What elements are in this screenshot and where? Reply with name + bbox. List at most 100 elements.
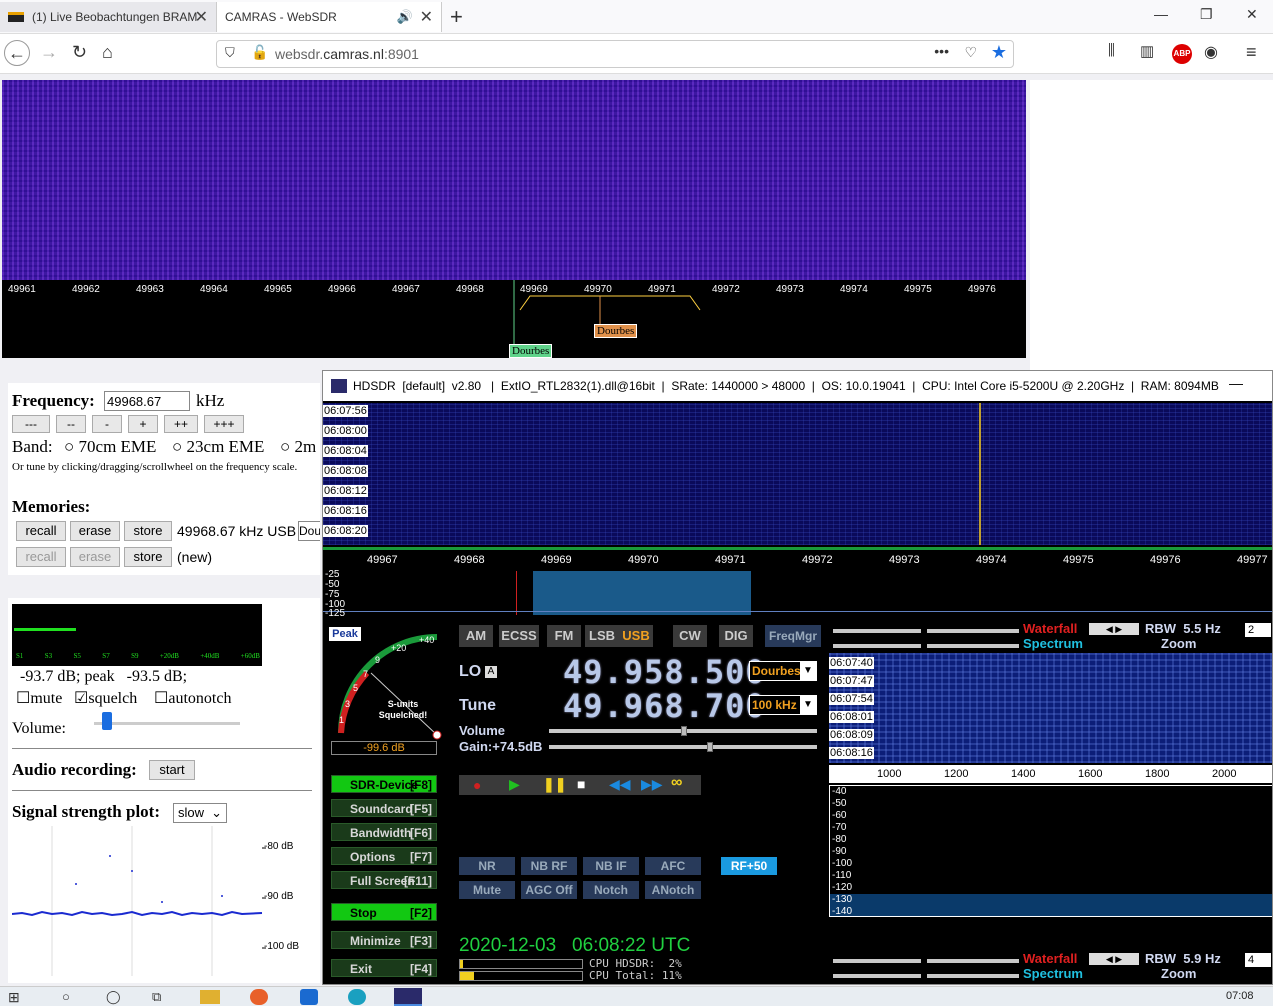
spectrum-label[interactable]: Spectrum [1023, 636, 1083, 651]
lo-dropdown[interactable]: Dourbes ▼ [749, 661, 817, 681]
lo-frequency[interactable]: 49.958.500 [563, 653, 766, 691]
frequency-input[interactable] [104, 391, 190, 411]
waterfall-slider-1[interactable] [833, 629, 921, 633]
hdsdr-waterfall[interactable]: 06:07:56 06:08:00 06:08:04 06:08:08 06:08:12… [323, 403, 1272, 545]
waterfall-slider-3[interactable] [833, 959, 921, 963]
memory-name-input[interactable] [298, 521, 320, 541]
spectrum-slider-4[interactable] [927, 974, 1019, 978]
audio-start-button[interactable]: start [149, 760, 195, 780]
mute-button[interactable]: Mute [459, 881, 515, 899]
loop-icon[interactable]: ∞ [671, 774, 682, 792]
shield-icon[interactable]: ⛉ [225, 45, 235, 61]
firefox-icon[interactable] [250, 989, 268, 1005]
spectrum-slider-2[interactable] [927, 644, 1019, 648]
spectrum-label-bottom[interactable]: Spectrum [1023, 966, 1083, 981]
band-23cm-radio[interactable]: ○ 23cm EME [172, 437, 264, 457]
hdsdr-taskbar-icon[interactable] [394, 988, 422, 1006]
adblock-icon[interactable]: ABP [1172, 44, 1192, 64]
plot-speed-select[interactable]: slow ⌄ [173, 803, 227, 823]
erase-button[interactable]: erase [70, 521, 120, 541]
tune-step-dropdown[interactable]: 100 kHz ▼ [749, 695, 817, 715]
websdr-frequency-scale[interactable]: 49961 49962 49963 49964 49965 49966 49967 49968… [2, 280, 1026, 358]
full-screen-button[interactable]: Full Screen [F11] [331, 871, 437, 889]
speaker-icon[interactable]: 🔊 [397, 9, 413, 25]
url-bar[interactable]: ⛉ 🔓 websdr.camras.nl:8901 ••• ♡ ★ [216, 40, 1014, 68]
volume-slider-track[interactable] [94, 722, 240, 725]
restore-window-icon[interactable]: ❐ [1200, 6, 1213, 23]
forward-arrow-icon[interactable]: → [40, 42, 58, 63]
anotch-button[interactable]: ANotch [645, 881, 701, 899]
recall-button-disabled[interactable]: recall [16, 547, 66, 567]
mute-checkbox[interactable]: ☐mute [16, 688, 62, 708]
new-tab-button[interactable]: + [450, 4, 463, 30]
lo-a-button[interactable]: A [485, 666, 497, 678]
pause-icon[interactable]: ❚❚ [543, 776, 566, 793]
close-window-icon[interactable]: ✕ [1246, 6, 1258, 23]
gain-slider[interactable] [549, 745, 817, 749]
marker-dourbes-green[interactable]: Dourbes [509, 344, 553, 358]
rbw-stepper-top[interactable]: ◀ ▶ [1089, 623, 1139, 635]
menu-icon[interactable]: ≡ [1246, 42, 1257, 63]
options-button[interactable]: Options [F7] [331, 847, 437, 865]
gain-slider-knob[interactable] [707, 742, 713, 752]
fast-forward-icon[interactable]: ▶▶ [641, 776, 663, 793]
sidebar-icon[interactable]: ▥ [1140, 42, 1154, 60]
erase-button-disabled[interactable]: erase [70, 547, 120, 567]
zoom-bottom-value[interactable]: 4 [1245, 953, 1271, 967]
stop-icon[interactable]: ■ [577, 776, 585, 792]
volume-slider-knob[interactable] [102, 712, 112, 730]
mode-usb-button[interactable]: USB [619, 625, 653, 647]
thunderbird-icon[interactable] [300, 989, 318, 1005]
step-down-1-button[interactable]: - [92, 415, 122, 433]
audio-waterfall[interactable]: 06:07:40 06:07:47 06:07:54 06:08:01 06:08:09… [829, 653, 1272, 763]
stop-button[interactable]: Stop [F2] [331, 903, 437, 921]
mode-cw-button[interactable]: CW [673, 625, 707, 647]
back-arrow-icon[interactable]: ← [4, 40, 30, 66]
tab-live-beobachtungen[interactable]: (1) Live Beobachtungen BRAM ✕ [0, 2, 216, 32]
agc-off-button[interactable]: AGC Off [521, 881, 577, 899]
insecure-lock-icon[interactable]: 🔓 [251, 44, 268, 61]
file-explorer-icon[interactable] [200, 990, 220, 1004]
page-actions-icon[interactable]: ••• [934, 43, 949, 59]
bandwidth-button[interactable]: Bandwidth [F6] [331, 823, 437, 841]
search-icon[interactable]: ○ [62, 989, 70, 1004]
sdr-device-button[interactable]: SDR-Device [F8] [331, 775, 437, 793]
exit-button[interactable]: Exit [F4] [331, 959, 437, 977]
task-view-icon[interactable]: ⧉ [152, 989, 161, 1005]
freqmgr-button[interactable]: FreqMgr [765, 625, 821, 647]
reload-icon[interactable]: ↻ [72, 42, 87, 63]
autonotch-checkbox[interactable]: ☐autonotch [154, 688, 231, 708]
store-button[interactable]: store [124, 521, 172, 541]
volume-slider-knob[interactable] [681, 726, 687, 736]
step-down-3-button[interactable]: --- [12, 415, 50, 433]
step-up-1-button[interactable]: + [128, 415, 158, 433]
afc-button[interactable]: AFC [645, 857, 701, 875]
pocket-icon[interactable]: ♡ [964, 44, 977, 61]
library-icon[interactable]: ⫼ [1108, 42, 1115, 59]
bookmark-star-icon[interactable]: ★ [991, 42, 1007, 63]
tune-frequency[interactable]: 49.968.700 [563, 687, 766, 725]
zoom-top-value[interactable]: 2 [1245, 623, 1271, 637]
close-tab-icon[interactable]: ✕ [420, 7, 433, 27]
nr-button[interactable]: NR [459, 857, 515, 875]
band-2m-radio[interactable]: ○ 2m [280, 437, 316, 457]
mode-lsb-button[interactable]: LSB [585, 625, 619, 647]
audio-frequency-scale[interactable]: 1000 1200 1400 1600 1800 2000 [829, 765, 1272, 783]
recall-button[interactable]: recall [16, 521, 66, 541]
notch-button[interactable]: Notch [583, 881, 639, 899]
mode-fm-button[interactable]: FM [547, 625, 581, 647]
store-new-button[interactable]: store [124, 547, 172, 567]
websdr-waterfall[interactable] [2, 80, 1026, 280]
mode-ecss-button[interactable]: ECSS [499, 625, 539, 647]
mode-am-button[interactable]: AM [459, 625, 493, 647]
record-icon[interactable]: ● [473, 777, 481, 793]
hdsdr-frequency-scale[interactable]: 49967 49968 49969 49970 49971 49972 49973 49974… [323, 547, 1272, 567]
hdsdr-spectrum[interactable]: -25 -50 -75 -100 -125 [323, 569, 1272, 619]
close-tab-icon[interactable]: ✕ [195, 7, 208, 27]
edge-icon[interactable] [348, 989, 366, 1005]
cortana-icon[interactable]: ◯ [106, 989, 121, 1005]
waterfall-slider-4[interactable] [927, 959, 1019, 963]
play-icon[interactable]: ▶ [509, 776, 520, 793]
hdsdr-minimize-icon[interactable]: — [1229, 375, 1243, 391]
audio-spectrum[interactable]: -40 -50 -60 -70 -80 -90 -100 -110 -120 -130 -140 [829, 785, 1272, 917]
